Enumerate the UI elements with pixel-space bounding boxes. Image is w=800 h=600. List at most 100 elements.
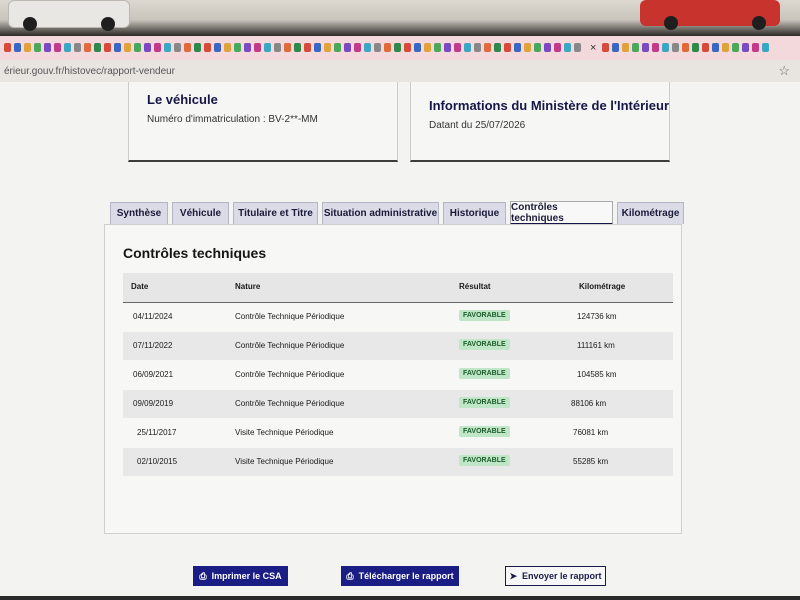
favicon-icon[interactable] — [284, 43, 291, 52]
favicon-icon[interactable] — [384, 43, 391, 52]
favicon-icon[interactable] — [204, 43, 211, 52]
favicon-icon[interactable] — [84, 43, 91, 52]
favicon-icon[interactable] — [114, 43, 121, 52]
favicon-icon[interactable] — [762, 43, 770, 52]
favicon-icon[interactable] — [64, 43, 71, 52]
favicon-icon[interactable] — [524, 43, 531, 52]
favicon-icon[interactable] — [484, 43, 491, 52]
favicon-icon[interactable] — [304, 43, 311, 52]
favicon-icon[interactable] — [334, 43, 341, 52]
favicon-icon[interactable] — [444, 43, 451, 52]
favicon-icon[interactable] — [564, 43, 571, 52]
favicon-icon[interactable] — [742, 43, 750, 52]
favicon-icon[interactable] — [34, 43, 41, 52]
favicon-icon[interactable] — [254, 43, 261, 52]
favicon-icon[interactable] — [702, 43, 710, 52]
favicon-icon[interactable] — [574, 43, 581, 52]
tab-kilometrage[interactable]: Kilométrage — [617, 202, 684, 224]
favicon-icon[interactable] — [74, 43, 81, 52]
close-tab-icon[interactable]: × — [590, 42, 596, 54]
column-header-kilometrage: Kilométrage — [579, 282, 626, 291]
favicon-icon[interactable] — [752, 43, 760, 52]
favicon-icon[interactable] — [692, 43, 700, 52]
favicon-icon[interactable] — [194, 43, 201, 52]
tab-historique[interactable]: Historique — [443, 202, 506, 224]
favicon-icon[interactable] — [414, 43, 421, 52]
favicon-icon[interactable] — [294, 43, 301, 52]
favicon-icon[interactable] — [434, 43, 441, 52]
favicon-icon[interactable] — [164, 43, 171, 52]
favicon-icon[interactable] — [144, 43, 151, 52]
favicon-icon[interactable] — [154, 43, 161, 52]
column-header-nature: Nature — [235, 282, 261, 291]
favicon-icon[interactable] — [54, 43, 61, 52]
favicon-icon[interactable] — [464, 43, 471, 52]
favicon-icon[interactable] — [652, 43, 660, 52]
favicon-icon[interactable] — [534, 43, 541, 52]
favicon-icon[interactable] — [104, 43, 111, 52]
favicon-icon[interactable] — [612, 43, 620, 52]
star-icon[interactable]: ☆ — [778, 63, 790, 79]
favicon-icon[interactable] — [424, 43, 431, 52]
row-date: 04/11/2024 — [133, 312, 173, 321]
print-csa-button[interactable]: ⎙ Imprimer le CSA — [193, 566, 288, 586]
favicon-icon[interactable] — [274, 43, 281, 52]
tab-controles-techniques[interactable]: Contrôles techniques — [510, 201, 613, 225]
favicon-icon[interactable] — [314, 43, 321, 52]
tab-titulaire[interactable]: Titulaire et Titre — [233, 202, 318, 224]
ministry-card: Informations du Ministère de l'Intérieur… — [410, 82, 670, 162]
favicon-icon[interactable] — [394, 43, 401, 52]
favicon-icon[interactable] — [554, 43, 561, 52]
tab-favicons-2[interactable] — [602, 39, 772, 57]
send-report-button[interactable]: ➤ Envoyer le rapport — [505, 566, 606, 586]
favicon-icon[interactable] — [672, 43, 680, 52]
favicon-icon[interactable] — [474, 43, 481, 52]
browser-tab-strip[interactable]: × — [0, 36, 800, 60]
favicon-icon[interactable] — [544, 43, 551, 52]
favicon-icon[interactable] — [722, 43, 730, 52]
favicon-icon[interactable] — [24, 43, 31, 52]
favicon-icon[interactable] — [504, 43, 511, 52]
favicon-icon[interactable] — [214, 43, 221, 52]
favicon-icon[interactable] — [732, 43, 740, 52]
favicon-icon[interactable] — [642, 43, 650, 52]
tab-situation-administrative[interactable]: Situation administrative — [322, 202, 439, 224]
favicon-icon[interactable] — [374, 43, 381, 52]
toy-wheel — [23, 17, 37, 31]
favicon-icon[interactable] — [224, 43, 231, 52]
favicon-icon[interactable] — [494, 43, 501, 52]
favicon-icon[interactable] — [404, 43, 411, 52]
favicon-icon[interactable] — [454, 43, 461, 52]
favicon-icon[interactable] — [44, 43, 51, 52]
favicon-icon[interactable] — [14, 43, 21, 52]
address-bar[interactable]: érieur.gouv.fr/histovec/rapport-vendeur … — [0, 60, 800, 83]
favicon-icon[interactable] — [662, 43, 670, 52]
favicon-icon[interactable] — [632, 43, 640, 52]
favicon-icon[interactable] — [124, 43, 131, 52]
table-row: 07/11/2022 Contrôle Technique Périodique… — [123, 332, 673, 360]
favicon-icon[interactable] — [244, 43, 251, 52]
row-date: 09/09/2019 — [133, 399, 174, 408]
favicon-icon[interactable] — [622, 43, 630, 52]
favicon-icon[interactable] — [344, 43, 351, 52]
favicon-icon[interactable] — [184, 43, 191, 52]
tab-synthese[interactable]: Synthèse — [110, 202, 168, 224]
favicon-icon[interactable] — [712, 43, 720, 52]
favicon-icon[interactable] — [514, 43, 521, 52]
os-taskbar[interactable] — [0, 596, 800, 600]
download-report-button[interactable]: ⎙ Télécharger le rapport — [341, 566, 459, 586]
favicon-icon[interactable] — [264, 43, 271, 52]
tab-vehicule[interactable]: Véhicule — [172, 202, 229, 224]
url-text[interactable]: érieur.gouv.fr/histovec/rapport-vendeur — [4, 66, 175, 77]
favicon-icon[interactable] — [602, 43, 610, 52]
favicon-icon[interactable] — [134, 43, 141, 52]
favicon-icon[interactable] — [4, 43, 11, 52]
favicon-icon[interactable] — [234, 43, 241, 52]
favicon-icon[interactable] — [324, 43, 331, 52]
favicon-icon[interactable] — [364, 43, 371, 52]
favicon-icon[interactable] — [682, 43, 690, 52]
favicon-icon[interactable] — [354, 43, 361, 52]
tab-favicons[interactable] — [4, 39, 584, 57]
favicon-icon[interactable] — [174, 43, 181, 52]
favicon-icon[interactable] — [94, 43, 101, 52]
